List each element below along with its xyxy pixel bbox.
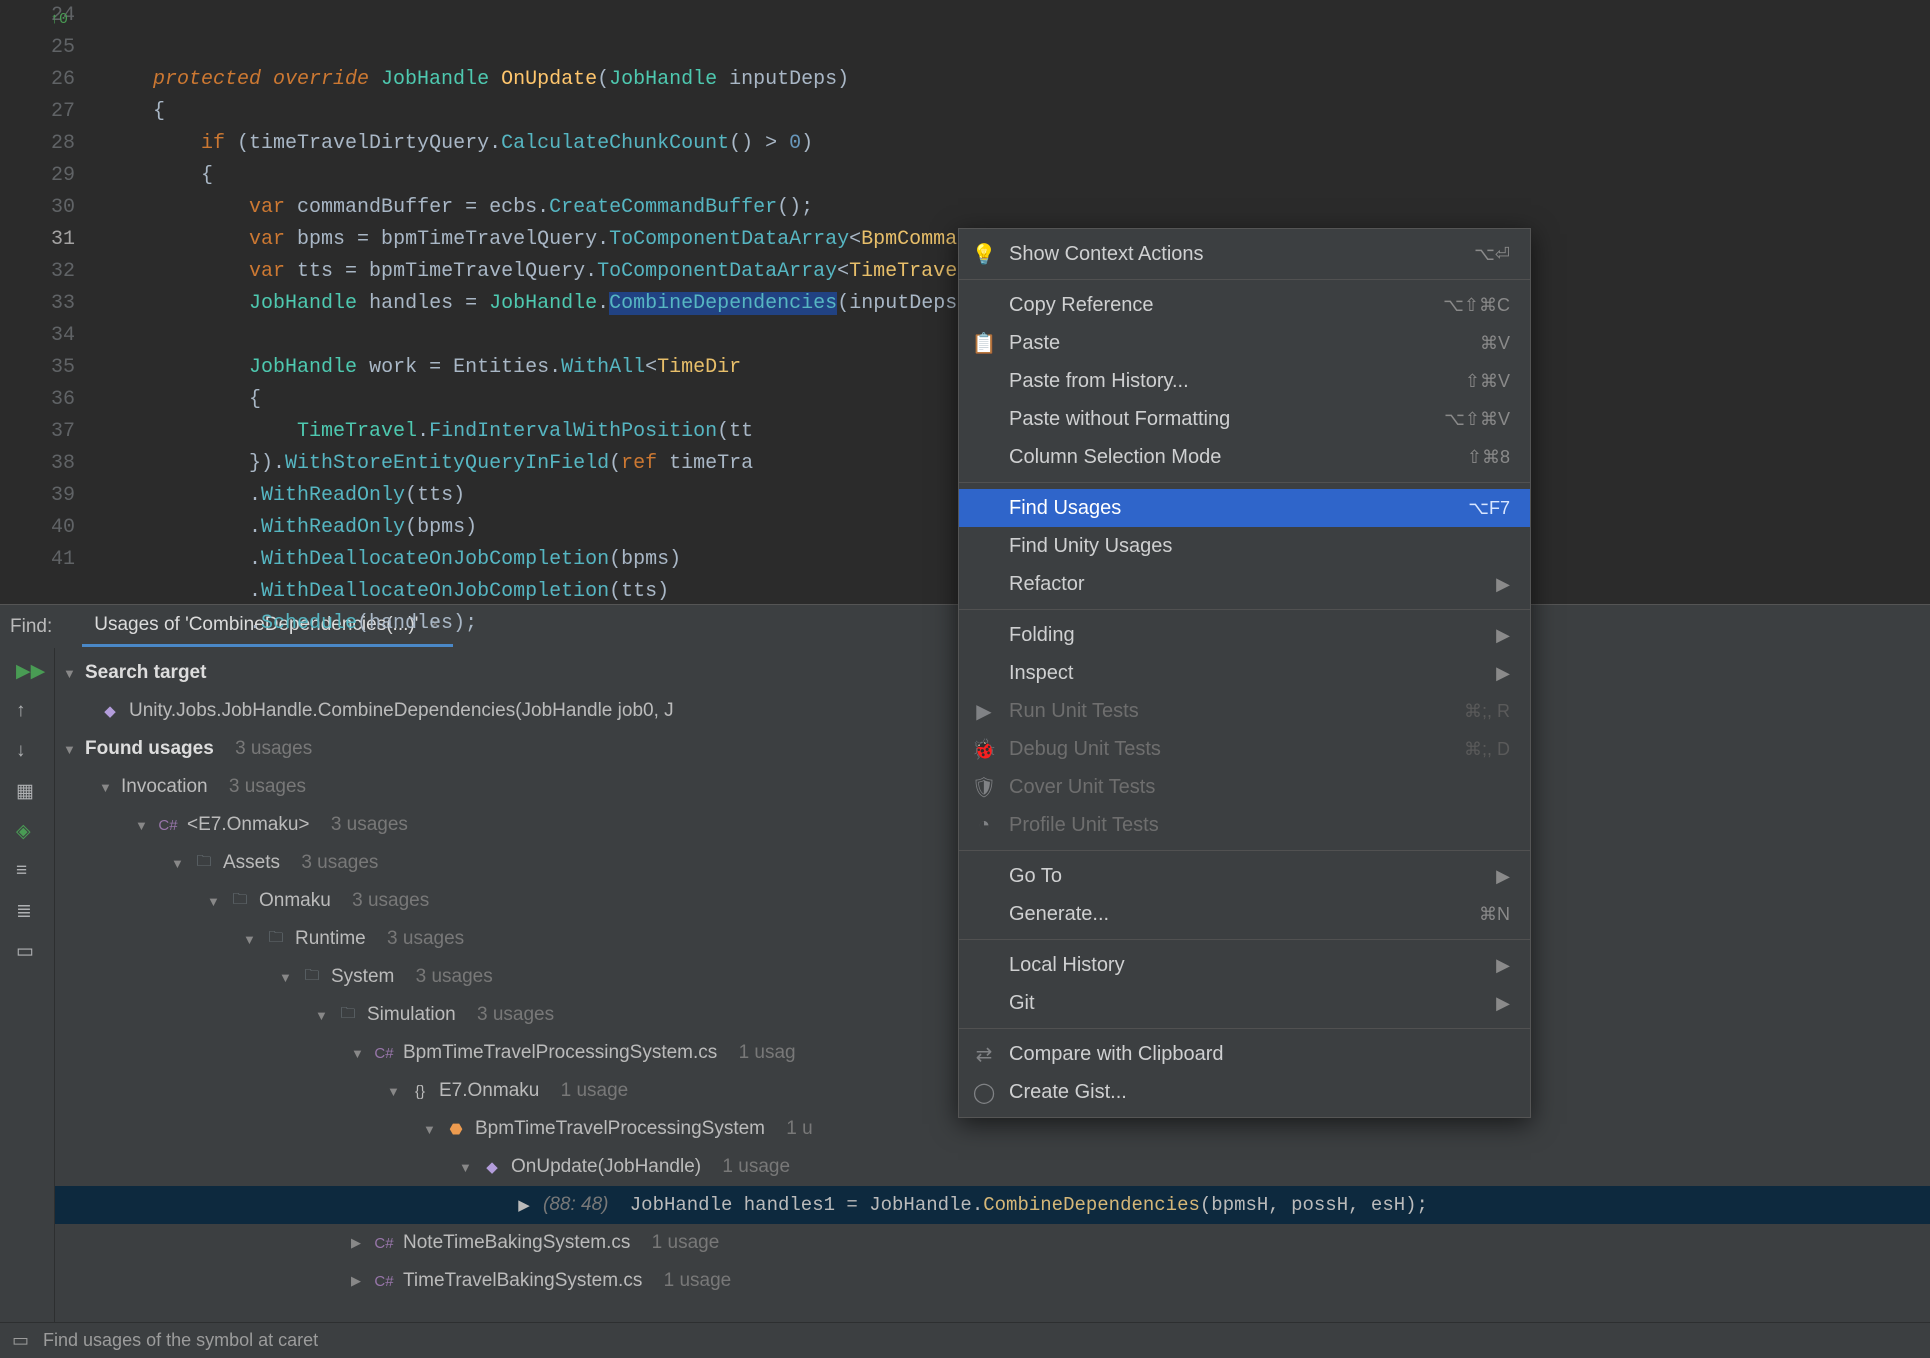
hit-location: (88: 48) xyxy=(543,1194,608,1216)
menu-create-gist[interactable]: ◯Create Gist... xyxy=(959,1073,1530,1111)
rerun-icon[interactable]: ▶▶ xyxy=(16,660,38,682)
line-number-gutter: ↑0 24252627 28293031 32333435 36373839 4… xyxy=(0,0,105,604)
menu-profile-unit-tests: ◔Profile Unit Tests xyxy=(959,806,1530,844)
vcs-marker-icon: ↑0 xyxy=(50,4,68,36)
folder-icon: 🗀 xyxy=(301,966,323,988)
stopwatch-icon: ◔ xyxy=(973,814,995,837)
menu-go-to[interactable]: Go To▶ xyxy=(959,857,1530,895)
diff-icon[interactable]: ◈ xyxy=(16,820,38,842)
csharp-project-icon: C# xyxy=(157,814,179,836)
hit-code: JobHandle handles1 = JobHandle.CombineDe… xyxy=(630,1194,1428,1216)
play-icon: ▶ xyxy=(513,1194,535,1216)
method-node[interactable]: ▼◆OnUpdate(JobHandle) 1 usage xyxy=(55,1148,1930,1186)
submenu-icon: ▶ xyxy=(1496,866,1510,887)
play-icon: ▶ xyxy=(973,699,995,724)
status-icon: ▭ xyxy=(12,1330,29,1351)
menu-folding[interactable]: Folding▶ xyxy=(959,616,1530,654)
menu-find-usages[interactable]: Find Usages⌥F7 xyxy=(959,489,1530,527)
file-note-time-baking[interactable]: ▶C#NoteTimeBakingSystem.cs 1 usage xyxy=(55,1224,1930,1262)
status-text: Find usages of the symbol at caret xyxy=(43,1330,318,1351)
menu-column-selection[interactable]: Column Selection Mode⇧⌘8 xyxy=(959,438,1530,476)
next-occurrence-icon[interactable]: ↓ xyxy=(16,740,38,762)
folder-icon: 🗀 xyxy=(337,1004,359,1026)
menu-cover-unit-tests: 🛡Cover Unit Tests xyxy=(959,768,1530,806)
shield-icon: 🛡 xyxy=(973,775,995,800)
menu-paste-plain[interactable]: Paste without Formatting⌥⇧⌘V xyxy=(959,400,1530,438)
submenu-icon: ▶ xyxy=(1496,574,1510,595)
method-icon: ◆ xyxy=(481,1156,503,1178)
menu-inspect[interactable]: Inspect▶ xyxy=(959,654,1530,692)
package-icon: ◆ xyxy=(99,700,121,722)
status-bar: ▭ Find usages of the symbol at caret xyxy=(0,1322,1930,1358)
usage-hit[interactable]: ▶ (88: 48) JobHandle handles1 = JobHandl… xyxy=(55,1186,1930,1224)
namespace-icon: {} xyxy=(409,1080,431,1102)
submenu-icon: ▶ xyxy=(1496,625,1510,646)
clipboard-icon: 📋 xyxy=(973,331,995,356)
folder-icon: 🗀 xyxy=(193,852,215,874)
menu-copy-reference[interactable]: Copy Reference⌥⇧⌘C xyxy=(959,286,1530,324)
menu-show-context-actions[interactable]: 💡 Show Context Actions⌥⏎ xyxy=(959,235,1530,273)
csharp-file-icon: C# xyxy=(373,1232,395,1254)
layout-settings-icon[interactable]: ▭ xyxy=(16,940,38,962)
bug-icon: 🐞 xyxy=(973,737,995,762)
menu-debug-unit-tests: 🐞Debug Unit Tests⌘;, D xyxy=(959,730,1530,768)
menu-generate[interactable]: Generate...⌘N xyxy=(959,895,1530,933)
submenu-icon: ▶ xyxy=(1496,993,1510,1014)
class-icon: ⬣ xyxy=(445,1118,467,1140)
folder-icon: 🗀 xyxy=(229,890,251,912)
menu-local-history[interactable]: Local History▶ xyxy=(959,946,1530,984)
diff-icon: ⇄ xyxy=(973,1042,995,1067)
menu-git[interactable]: Git▶ xyxy=(959,984,1530,1022)
expand-all-icon[interactable]: ≡ xyxy=(16,860,38,882)
menu-refactor[interactable]: Refactor▶ xyxy=(959,565,1530,603)
menu-run-unit-tests: ▶Run Unit Tests⌘;, R xyxy=(959,692,1530,730)
bulb-icon: 💡 xyxy=(973,242,995,267)
menu-paste-history[interactable]: Paste from History...⇧⌘V xyxy=(959,362,1530,400)
collapse-all-icon[interactable]: ≣ xyxy=(16,900,38,922)
menu-find-unity-usages[interactable]: Find Unity Usages xyxy=(959,527,1530,565)
group-by-icon[interactable]: ▦ xyxy=(16,780,38,802)
menu-paste[interactable]: 📋Paste⌘V xyxy=(959,324,1530,362)
submenu-icon: ▶ xyxy=(1496,663,1510,684)
prev-occurrence-icon[interactable]: ↑ xyxy=(16,700,38,722)
menu-compare-clipboard[interactable]: ⇄Compare with Clipboard xyxy=(959,1035,1530,1073)
context-menu[interactable]: 💡 Show Context Actions⌥⏎ Copy Reference⌥… xyxy=(958,228,1531,1118)
submenu-icon: ▶ xyxy=(1496,955,1510,976)
csharp-file-icon: C# xyxy=(373,1042,395,1064)
find-usages-toolbar: ▶▶ ↑ ↓ ▦ ◈ ≡ ≣ ▭ xyxy=(0,648,55,1322)
find-label: Find: xyxy=(10,616,52,638)
github-icon: ◯ xyxy=(973,1080,995,1105)
csharp-file-icon: C# xyxy=(373,1270,395,1292)
folder-icon: 🗀 xyxy=(265,928,287,950)
file-time-travel-baking[interactable]: ▶C#TimeTravelBakingSystem.cs 1 usage xyxy=(55,1262,1930,1300)
